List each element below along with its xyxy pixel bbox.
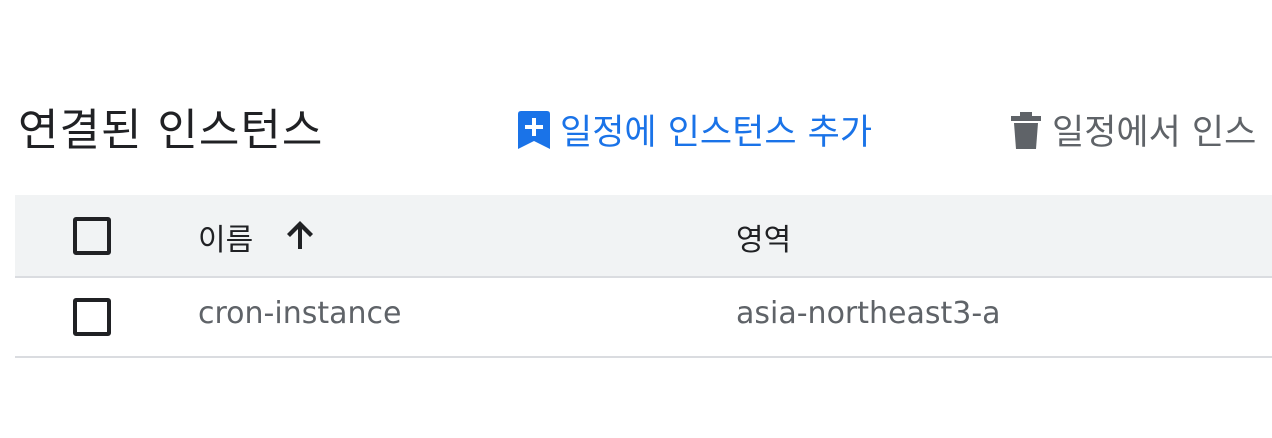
- instance-zone-cell: asia-northeast3-a: [736, 296, 1001, 331]
- add-bookmark-icon: [516, 108, 556, 152]
- select-all-checkbox[interactable]: [73, 217, 111, 255]
- column-header-zone[interactable]: 영역: [736, 215, 791, 259]
- column-zone-label: 영역: [736, 223, 792, 258]
- table-row: cron-instance asia-northeast3-a: [15, 278, 1272, 358]
- page-title: 연결된 인스턴스: [18, 105, 324, 156]
- column-name-label: 이름: [198, 223, 254, 258]
- add-instance-label: 일정에 인스턴스 추가: [560, 113, 873, 153]
- remove-instance-label: 일정에서 인스: [1052, 113, 1257, 153]
- row-checkbox[interactable]: [73, 298, 111, 336]
- arrow-up-icon[interactable]: [285, 219, 315, 259]
- instances-table: 이름 영역 cron-instance asia-northeast3-a: [15, 195, 1272, 358]
- toolbar: 연결된 인스턴스 일정에 인스턴스 추가 일정에서 인스: [18, 92, 1272, 156]
- trash-icon: [1008, 108, 1048, 152]
- instance-name-cell: cron-instance: [198, 296, 402, 331]
- remove-instance-from-schedule-button[interactable]: 일정에서 인스: [1008, 104, 1256, 155]
- table-header: 이름 영역: [15, 195, 1272, 278]
- add-instance-to-schedule-button[interactable]: 일정에 인스턴스 추가: [516, 104, 872, 155]
- column-header-name[interactable]: 이름: [198, 215, 315, 262]
